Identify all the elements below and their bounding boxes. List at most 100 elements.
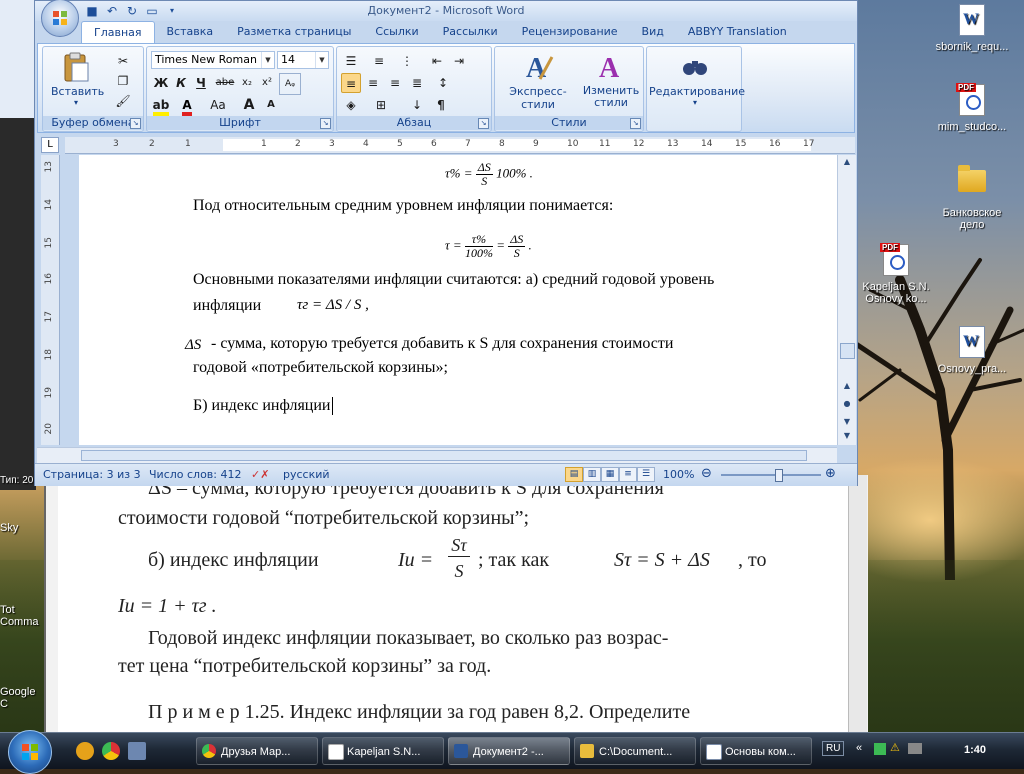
select-browse-object-icon[interactable]: ● bbox=[841, 399, 853, 408]
tab-insert[interactable]: Вставка bbox=[155, 21, 226, 43]
shading-icon[interactable]: ◈ bbox=[341, 95, 361, 115]
tab-home[interactable]: Главная bbox=[81, 21, 155, 43]
left-label-skype[interactable]: Sky bbox=[0, 522, 40, 534]
page-count[interactable]: Страница: 3 из 3 bbox=[43, 468, 141, 481]
tray-app-icon[interactable] bbox=[874, 743, 886, 755]
spelling-check-icon[interactable]: ✓✗ bbox=[251, 468, 269, 481]
chrome-icon[interactable] bbox=[102, 742, 120, 760]
font-name-select[interactable]: Times New Roman ▼ bbox=[151, 51, 275, 69]
increase-indent-icon[interactable]: ⇥ bbox=[449, 51, 469, 71]
print-layout-icon[interactable]: ▤ bbox=[565, 467, 583, 482]
dialog-launcher-icon[interactable]: ↘ bbox=[320, 118, 331, 129]
word-count[interactable]: Число слов: 412 bbox=[149, 468, 242, 481]
taskbar-button-explorer[interactable]: C:\Document... bbox=[574, 737, 696, 765]
dialog-launcher-icon[interactable]: ↘ bbox=[130, 118, 141, 129]
align-center-button[interactable]: ≡ bbox=[363, 73, 383, 93]
dialog-launcher-icon[interactable]: ↘ bbox=[630, 118, 641, 129]
italic-button[interactable]: К bbox=[171, 73, 191, 93]
multilevel-list-icon[interactable]: ⋮ bbox=[397, 51, 417, 71]
warning-icon[interactable]: ⚠ bbox=[890, 741, 900, 754]
background-document-viewer[interactable]: ΔS – сумма, которую требуется добавить к… bbox=[44, 475, 868, 732]
desktop-icon-mim[interactable]: PDF mim_studco... bbox=[932, 83, 1012, 133]
quick-launch-app-icon[interactable] bbox=[76, 742, 94, 760]
scroll-up-icon[interactable]: ▲ bbox=[841, 381, 853, 390]
zoom-out-icon[interactable]: ⊖ bbox=[701, 466, 712, 481]
redo-icon[interactable]: ↻ bbox=[125, 4, 139, 18]
copy-icon[interactable]: ❐ bbox=[113, 71, 133, 91]
highlight-button[interactable]: ab bbox=[151, 95, 171, 116]
editing-button[interactable]: Редактирование ▾ bbox=[649, 51, 745, 107]
scroll-thumb[interactable] bbox=[840, 343, 855, 359]
start-button[interactable] bbox=[8, 730, 52, 774]
qat-dropdown-icon[interactable]: ▾ bbox=[165, 4, 179, 18]
taskbar-button-chrome[interactable]: Друзья Мар... bbox=[196, 737, 318, 765]
grow-font-button[interactable]: A bbox=[239, 95, 259, 115]
editing-group[interactable]: Редактирование ▾ bbox=[646, 46, 745, 132]
quick-styles-button[interactable]: A Экспресс-стили bbox=[497, 51, 579, 111]
save-icon[interactable]: ■ bbox=[85, 4, 99, 18]
zoom-in-icon[interactable]: ⊕ bbox=[825, 466, 836, 481]
outline-icon[interactable]: ≡ bbox=[619, 467, 637, 482]
borders-icon[interactable]: ⊞ bbox=[371, 95, 391, 115]
scroll-down-icon[interactable]: ▼ bbox=[841, 431, 853, 440]
cut-icon[interactable]: ✂ bbox=[113, 51, 133, 71]
zoom-level[interactable]: 100% bbox=[663, 468, 694, 481]
scroll-up-icon[interactable]: ▲ bbox=[841, 157, 853, 166]
clock[interactable]: 1:40 bbox=[964, 744, 986, 756]
language-bar[interactable]: RU bbox=[822, 741, 845, 756]
sort-icon[interactable]: ↓ bbox=[407, 95, 427, 115]
horizontal-ruler[interactable]: 3 2 1 1 2 3 4 5 6 7 8 9 10 11 12 13 14 1… bbox=[65, 137, 855, 154]
vertical-ruler[interactable]: 13 14 15 16 17 18 19 20 bbox=[41, 155, 60, 445]
scroll-down-icon[interactable]: ▼ bbox=[841, 417, 853, 426]
change-styles-button[interactable]: A Изменить стили bbox=[581, 51, 641, 109]
line-spacing-icon[interactable]: ↕ bbox=[433, 73, 453, 93]
left-label-total-commander[interactable]: Tot Comma bbox=[0, 604, 44, 628]
change-case-button[interactable]: Аа bbox=[205, 95, 231, 115]
bold-button[interactable]: Ж bbox=[151, 73, 171, 93]
tab-mailings[interactable]: Рассылки bbox=[431, 21, 510, 43]
language-indicator[interactable]: русский bbox=[283, 468, 330, 481]
web-layout-icon[interactable]: ▦ bbox=[601, 467, 619, 482]
vertical-scrollbar[interactable]: ▲ ▲ ● ▼ ▼ bbox=[837, 155, 856, 445]
dialog-launcher-icon[interactable]: ↘ bbox=[478, 118, 489, 129]
align-left-button[interactable]: ≡ bbox=[341, 73, 361, 93]
network-icon[interactable] bbox=[908, 743, 922, 754]
show-hidden-icons-icon[interactable]: « bbox=[856, 742, 862, 754]
tab-abbyy-translation[interactable]: ABBYY Translation bbox=[676, 21, 799, 43]
draft-icon[interactable]: ☰ bbox=[637, 467, 655, 482]
tab-selector[interactable]: L bbox=[41, 137, 59, 153]
taskbar-button-pdf[interactable]: Kapeljan S.N... bbox=[322, 737, 444, 765]
paste-button[interactable]: Вставить ▾ bbox=[51, 51, 104, 107]
shrink-font-button[interactable]: A bbox=[261, 95, 281, 115]
document-page[interactable]: τ% = ΔS S 100% . Под относительным средни… bbox=[79, 155, 837, 445]
office-button[interactable] bbox=[41, 0, 79, 37]
strikethrough-button[interactable]: abe bbox=[215, 73, 235, 93]
viewer-scrollbar[interactable] bbox=[848, 475, 867, 732]
show-formatting-icon[interactable]: ¶ bbox=[431, 95, 451, 115]
tab-review[interactable]: Рецензирование bbox=[510, 21, 630, 43]
print-preview-icon[interactable]: ▭ bbox=[145, 4, 159, 18]
clear-formatting-icon[interactable]: Aᵩ bbox=[279, 73, 301, 95]
desktop-icon-bank-folder[interactable]: Банковское дело bbox=[932, 164, 1012, 231]
decrease-indent-icon[interactable]: ⇤ bbox=[427, 51, 447, 71]
zoom-slider[interactable] bbox=[721, 469, 821, 482]
numbering-icon[interactable]: ≡ bbox=[369, 51, 389, 71]
align-right-button[interactable]: ≡ bbox=[385, 73, 405, 93]
document-area[interactable]: τ% = ΔS S 100% . Под относительным средни… bbox=[79, 155, 837, 445]
justify-button[interactable]: ≣ bbox=[407, 73, 427, 93]
subscript-button[interactable]: x₂ bbox=[237, 73, 257, 93]
horizontal-scrollbar[interactable] bbox=[37, 447, 837, 464]
tab-page-layout[interactable]: Разметка страницы bbox=[225, 21, 363, 43]
superscript-button[interactable]: x² bbox=[257, 73, 277, 93]
full-screen-reading-icon[interactable]: ▥ bbox=[583, 467, 601, 482]
format-painter-icon[interactable]: 🖌 bbox=[113, 91, 133, 111]
tab-view[interactable]: Вид bbox=[630, 21, 676, 43]
taskbar-button-word[interactable]: Документ2 -... bbox=[448, 737, 570, 765]
zoom-slider-knob[interactable] bbox=[775, 469, 783, 482]
font-size-select[interactable]: 14 ▼ bbox=[277, 51, 329, 69]
undo-icon[interactable]: ↶ bbox=[105, 4, 119, 18]
desktop-icon-kapeljan[interactable]: PDF Kapeljan S.N. Osnovy ko... bbox=[856, 243, 936, 305]
left-label-google-chrome[interactable]: Google C bbox=[0, 686, 44, 710]
underline-button[interactable]: Ч bbox=[191, 73, 211, 93]
taskbar-button-word-2[interactable]: Основы ком... bbox=[700, 737, 812, 765]
